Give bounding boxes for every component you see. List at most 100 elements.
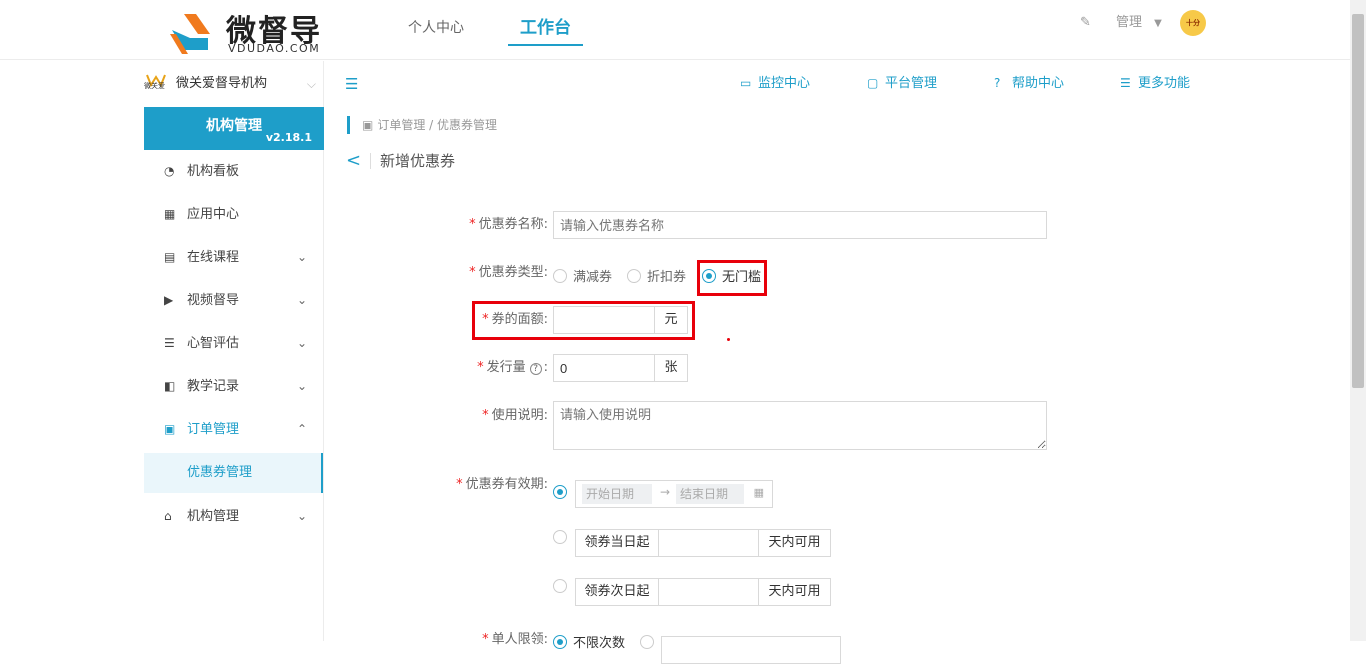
caret-down-icon: ▼	[1154, 18, 1162, 29]
chevron-up-icon: ⌃	[296, 422, 307, 436]
quicklink-help-center[interactable]: ? 帮助中心	[994, 73, 1064, 93]
sidebar-item-mental-assessment[interactable]: ☰ 心智评估 ⌄	[144, 322, 323, 365]
sub-toolbar: ☰ ▭ 监控中心 ▢ 平台管理 ? 帮助中心 ☰ 更多功能	[325, 61, 1350, 105]
document-icon: ▣	[362, 118, 374, 132]
end-date-input[interactable]: 结束日期	[676, 484, 744, 504]
sidebar-item-institution-management[interactable]: ⌂ 机构管理 ⌄	[144, 495, 323, 538]
radio-validity-date-range[interactable]	[553, 484, 573, 504]
same-day-days-input[interactable]	[658, 529, 759, 557]
required-mark: *	[477, 360, 484, 375]
sidebar-item-label: 订单管理	[187, 422, 240, 437]
validity-label: * 优惠券有效期:	[420, 475, 548, 495]
back-arrow-icon[interactable]: <	[346, 150, 361, 172]
sidebar-item-label: 心智评估	[187, 336, 240, 351]
radio-dot	[627, 269, 641, 283]
coupon-name-label: * 优惠券名称:	[440, 215, 548, 235]
quicklink-monitor-center[interactable]: ▭ 监控中心	[740, 73, 810, 93]
user-menu[interactable]: 管理 ▼	[1116, 10, 1162, 36]
quantity-input[interactable]	[553, 354, 655, 382]
radio-label: 不限次数	[573, 636, 626, 651]
scrollbar-thumb[interactable]	[1352, 14, 1364, 388]
radio-unlimited[interactable]: 不限次数	[553, 634, 625, 654]
required-mark: *	[456, 477, 463, 492]
required-mark: *	[469, 217, 476, 232]
quicklink-label: 平台管理	[885, 76, 938, 91]
page-scrollbar[interactable]	[1350, 0, 1366, 641]
date-range-picker[interactable]: 开始日期 → 结束日期 ▦	[575, 480, 773, 508]
radio-dot	[553, 579, 567, 593]
radio-discount[interactable]: 折扣券	[627, 268, 686, 288]
label-text: 单人限领:	[491, 632, 548, 647]
next-day-days-input[interactable]	[658, 578, 759, 606]
brand-logo[interactable]: 微督导 VDUDAO.COM	[166, 6, 331, 56]
help-circle-icon[interactable]: ?	[529, 363, 542, 375]
brand-logo-icon	[170, 14, 210, 54]
arrow-right-icon: →	[660, 485, 671, 499]
quicklink-more-functions[interactable]: ☰ 更多功能	[1120, 73, 1190, 93]
sidebar-item-label: 优惠券管理	[187, 465, 253, 480]
monitor-icon: ▭	[740, 76, 752, 90]
next-day-prefix: 领券次日起	[575, 578, 659, 606]
nav-workbench[interactable]: 工作台	[508, 0, 583, 46]
sidebar-item-dashboard[interactable]: ◔ 机构看板	[144, 150, 323, 193]
sidebar-item-online-course[interactable]: ▤ 在线课程 ⌄	[144, 236, 323, 279]
chevron-down-icon: ⌄	[296, 293, 307, 307]
org-switcher[interactable]: 微关爱 微关爱督导机构 ⌵	[144, 71, 324, 97]
top-bar: 微督导 VDUDAO.COM 个人中心 工作台 ✎ 管理 ▼ 十分	[0, 0, 1350, 60]
sidebar-item-coupon-management[interactable]: 优惠券管理	[144, 453, 323, 493]
label-text: 优惠券名称:	[478, 217, 548, 232]
camera-icon: ◧	[164, 379, 176, 393]
sidebar-item-label: 机构管理	[187, 509, 240, 524]
required-mark: *	[482, 408, 489, 423]
start-date-input[interactable]: 开始日期	[582, 484, 652, 504]
chevron-down-icon: ⌄	[296, 336, 307, 350]
sidebar-item-label: 教学记录	[187, 379, 240, 394]
sidebar-item-teaching-record[interactable]: ◧ 教学记录 ⌄	[144, 365, 323, 408]
org-name: 微关爱督导机构	[176, 76, 268, 91]
quicklink-label: 更多功能	[1138, 76, 1191, 91]
chevron-down-icon: ⌄	[296, 379, 307, 393]
bank-icon: ⌂	[164, 509, 172, 523]
label-text: 优惠券有效期:	[465, 477, 548, 492]
quicklink-label: 帮助中心	[1012, 76, 1065, 91]
highlight-box	[472, 301, 695, 340]
sidebar-item-app-center[interactable]: ▦ 应用中心	[144, 193, 323, 236]
divider	[370, 153, 371, 169]
sidebar-item-label: 机构看板	[187, 164, 240, 179]
per-user-limit-label: * 单人限领:	[440, 630, 548, 650]
label-text: 使用说明:	[491, 408, 548, 423]
radio-dot	[553, 485, 567, 499]
chevron-down-icon: ⌄	[296, 509, 307, 523]
brand-domain: VDUDAO.COM	[228, 42, 321, 55]
edit-icon[interactable]: ✎	[1080, 10, 1091, 36]
desktop-icon: ▢	[867, 76, 879, 90]
sidebar-item-order-management[interactable]: ▣ 订单管理 ⌃	[144, 408, 323, 451]
breadcrumb-text: 订单管理 / 优惠券管理	[377, 118, 498, 132]
radio-dot	[553, 269, 567, 283]
radio-limited[interactable]	[640, 634, 660, 654]
radio-validity-next-day[interactable]	[553, 578, 573, 598]
quicklink-platform-management[interactable]: ▢ 平台管理	[867, 73, 937, 93]
version-badge: v2.18.1	[265, 131, 312, 144]
description-textarea[interactable]	[553, 401, 1047, 450]
sidebar-item-video-supervision[interactable]: ▶ 视频督导 ⌄	[144, 279, 323, 322]
calendar-icon: ▦	[753, 486, 764, 499]
radio-label: 折扣券	[647, 270, 687, 285]
list-icon: ☰	[164, 336, 175, 350]
breadcrumb: ▣ 订单管理 / 优惠券管理	[347, 116, 497, 134]
limit-count-input[interactable]	[661, 636, 841, 664]
coupon-type-label: * 优惠券类型:	[440, 263, 548, 283]
chevron-down-icon: ⌵	[306, 77, 316, 91]
nav-personal-center[interactable]: 个人中心	[408, 0, 464, 60]
quantity-label: * 发行量?:	[477, 360, 548, 375]
sidebar-item-label: 在线课程	[187, 250, 240, 265]
coupon-name-input[interactable]	[553, 211, 1047, 239]
collapse-menu-icon[interactable]: ☰	[345, 75, 358, 93]
radio-full-reduction[interactable]: 满减券	[553, 268, 612, 288]
radio-validity-same-day[interactable]	[553, 529, 573, 549]
sidebar-item-label: 应用中心	[187, 207, 240, 222]
avatar[interactable]: 十分	[1180, 10, 1206, 36]
grid-icon: ▦	[164, 207, 176, 221]
required-mark: *	[469, 265, 476, 280]
order-icon: ▣	[164, 422, 176, 436]
